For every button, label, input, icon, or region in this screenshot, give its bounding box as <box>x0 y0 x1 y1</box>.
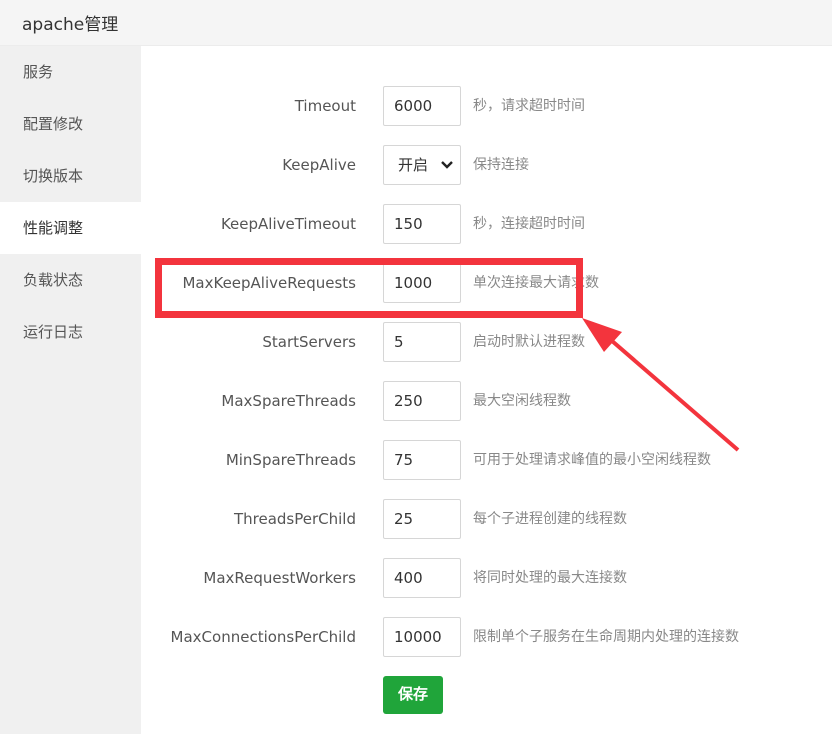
field-label: KeepAliveTimeout <box>220 215 356 233</box>
select-value: 开启 <box>398 156 429 174</box>
field-hint: 可用于处理请求峰值的最小空闲线程数 <box>473 452 711 468</box>
field-hint: 将同时处理的最大连接数 <box>473 570 627 586</box>
form-row-timeout: Timeout 6000 秒，请求超时时间 <box>141 86 832 126</box>
field-hint: 秒，连接超时时间 <box>473 216 585 232</box>
save-button[interactable]: 保存 <box>383 676 443 714</box>
field-label: MaxConnectionsPerChild <box>170 628 356 646</box>
form-row-min-spare-threads: MinSpareThreads 75 可用于处理请求峰值的最小空闲线程数 <box>141 440 832 480</box>
form-row-threads-per-child: ThreadsPerChild 25 每个子进程创建的线程数 <box>141 499 832 539</box>
field-label: ThreadsPerChild <box>233 510 356 528</box>
sidebar-item-service[interactable]: 服务 <box>0 46 141 98</box>
form-row-keepalive: KeepAlive 开启 保持连接 <box>141 145 832 185</box>
max-keepalive-requests-input[interactable]: 1000 <box>383 263 461 303</box>
form-row-start-servers: StartServers 5 启动时默认进程数 <box>141 322 832 362</box>
keepalive-timeout-input[interactable]: 150 <box>383 204 461 244</box>
field-label: MaxSpareThreads <box>221 392 356 410</box>
field-label: Timeout <box>294 97 356 115</box>
sidebar-item-config[interactable]: 配置修改 <box>0 98 141 150</box>
field-label: MinSpareThreads <box>225 451 356 469</box>
chevron-down-icon <box>440 146 454 184</box>
field-label: KeepAlive <box>282 156 356 174</box>
max-spare-threads-input[interactable]: 250 <box>383 381 461 421</box>
field-hint: 秒，请求超时时间 <box>473 98 585 114</box>
max-request-workers-input[interactable]: 400 <box>383 558 461 598</box>
sidebar-item-load-status[interactable]: 负载状态 <box>0 254 141 306</box>
timeout-input[interactable]: 6000 <box>383 86 461 126</box>
sidebar-item-logs[interactable]: 运行日志 <box>0 306 141 358</box>
field-label: MaxKeepAliveRequests <box>182 274 356 292</box>
form-row-keepalive-timeout: KeepAliveTimeout 150 秒，连接超时时间 <box>141 204 832 244</box>
keepalive-select[interactable]: 开启 <box>383 145 461 185</box>
max-connections-per-child-input[interactable]: 10000 <box>383 617 461 657</box>
sidebar-item-performance[interactable]: 性能调整 <box>0 202 141 254</box>
sidebar-item-switch-version[interactable]: 切换版本 <box>0 150 141 202</box>
field-hint: 单次连接最大请求数 <box>473 275 599 291</box>
form-row-max-spare-threads: MaxSpareThreads 250 最大空闲线程数 <box>141 381 832 421</box>
sidebar: 服务 配置修改 切换版本 性能调整 负载状态 运行日志 <box>0 46 141 734</box>
form-row-max-request-workers: MaxRequestWorkers 400 将同时处理的最大连接数 <box>141 558 832 598</box>
field-label: StartServers <box>262 333 356 351</box>
min-spare-threads-input[interactable]: 75 <box>383 440 461 480</box>
field-hint: 启动时默认进程数 <box>473 334 585 350</box>
field-hint: 保持连接 <box>473 157 529 173</box>
form-row-max-connections-per-child: MaxConnectionsPerChild 10000 限制单个子服务在生命周… <box>141 617 832 657</box>
performance-form: Timeout 6000 秒，请求超时时间 KeepAlive 开启 保持连接 … <box>141 46 832 734</box>
field-label: MaxRequestWorkers <box>203 569 356 587</box>
window-title: apache管理 <box>0 0 832 46</box>
start-servers-input[interactable]: 5 <box>383 322 461 362</box>
field-hint: 每个子进程创建的线程数 <box>473 511 627 527</box>
field-hint: 限制单个子服务在生命周期内处理的连接数 <box>473 629 739 645</box>
form-row-max-keepalive-requests: MaxKeepAliveRequests 1000 单次连接最大请求数 <box>141 263 832 303</box>
threads-per-child-input[interactable]: 25 <box>383 499 461 539</box>
field-hint: 最大空闲线程数 <box>473 393 571 409</box>
